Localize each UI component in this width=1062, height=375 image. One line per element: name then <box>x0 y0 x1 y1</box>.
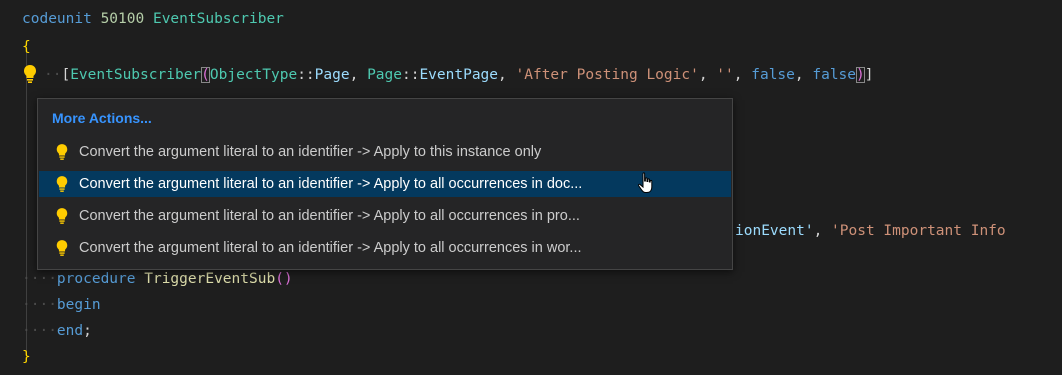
scope-operator: :: <box>401 67 420 83</box>
code-line-partial[interactable]: ionEvent', 'Post Important Info <box>735 218 1006 244</box>
code-line-close-brace[interactable]: } <box>22 344 31 370</box>
code-action-item-selected[interactable]: Convert the argument literal to an ident… <box>39 171 731 197</box>
partial-identifier: ionEvent' <box>735 223 814 239</box>
code-action-label: Convert the argument literal to an ident… <box>79 208 580 224</box>
comma: , <box>698 67 717 83</box>
partial-string: 'Post Important Info <box>831 223 1006 239</box>
comma: , <box>813 223 832 239</box>
code-line-end[interactable]: ····end; <box>22 318 92 344</box>
code-line-attribute[interactable]: ··[EventSubscriber(ObjectType::Page, Pag… <box>44 62 873 88</box>
bool-false: false <box>751 67 795 83</box>
object-type: ObjectType <box>209 67 298 83</box>
keyword-end: end <box>56 323 84 339</box>
code-actions-menu: More Actions... Convert the argument lit… <box>37 98 733 270</box>
procedure-parens: () <box>275 271 293 287</box>
keyword-procedure: procedure <box>56 271 136 287</box>
code-line-begin[interactable]: ····begin <box>22 292 101 318</box>
bool-false: false <box>812 67 857 83</box>
attribute-name: EventSubscriber <box>70 67 202 83</box>
scope-operator: :: <box>297 67 315 83</box>
whitespace-dots: ···· <box>22 323 57 339</box>
open-paren: ( <box>201 67 210 83</box>
codeunit-id: 50100 <box>100 11 145 27</box>
open-bracket: [ <box>61 67 71 83</box>
page-object: Page <box>367 67 402 83</box>
code-action-label: Convert the argument literal to an ident… <box>79 240 582 256</box>
whitespace-dots: ···· <box>22 297 57 313</box>
comma: , <box>498 67 516 83</box>
whitespace-dots: ·· <box>44 67 62 83</box>
hand-pointer-icon <box>637 172 653 193</box>
code-action-label: Convert the argument literal to an ident… <box>79 144 542 160</box>
editor-window: codeunit 50100 EventSubscriber { ··[Even… <box>0 0 1062 375</box>
page-value: Page <box>314 67 350 83</box>
keyword-codeunit: codeunit <box>22 11 92 27</box>
semicolon: ; <box>83 323 92 339</box>
lightbulb-icon[interactable] <box>22 64 38 84</box>
comma: , <box>733 67 752 83</box>
procedure-name: TriggerEventSub <box>144 271 276 287</box>
code-line-codeunit[interactable]: codeunit 50100 EventSubscriber <box>22 6 284 32</box>
more-actions-link[interactable]: More Actions... <box>52 107 152 129</box>
event-page: EventPage <box>419 67 499 83</box>
close-bracket: ] <box>864 67 874 83</box>
open-brace: { <box>22 39 31 55</box>
comma: , <box>794 67 813 83</box>
code-action-label: Convert the argument literal to an ident… <box>79 176 583 192</box>
code-action-item[interactable]: Convert the argument literal to an ident… <box>39 203 731 229</box>
code-line-open-brace[interactable]: { <box>22 34 31 60</box>
element-name-string: '' <box>716 67 734 83</box>
lightbulb-icon <box>56 144 68 160</box>
close-paren: ) <box>856 67 865 83</box>
event-name-string: 'After Posting Logic' <box>515 67 699 83</box>
codeunit-name: EventSubscriber <box>152 11 284 27</box>
comma: , <box>349 67 368 83</box>
lightbulb-icon <box>56 208 68 224</box>
code-action-item[interactable]: Convert the argument literal to an ident… <box>39 139 731 165</box>
whitespace-dots: ···· <box>22 271 57 287</box>
keyword-begin: begin <box>56 297 101 313</box>
code-action-item[interactable]: Convert the argument literal to an ident… <box>39 235 731 261</box>
lightbulb-icon <box>56 240 68 256</box>
close-brace: } <box>22 349 31 365</box>
lightbulb-icon <box>56 176 68 192</box>
